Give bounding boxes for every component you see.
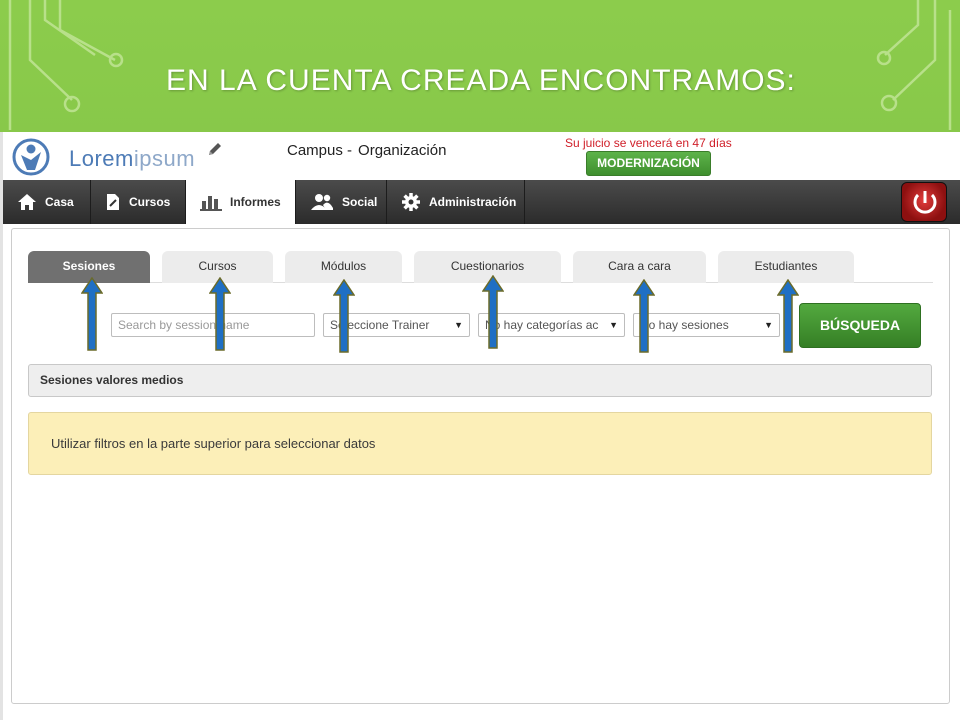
main-nav: Casa Cursos Informes Social Administraci… bbox=[3, 180, 960, 224]
chevron-down-icon: ▼ bbox=[454, 320, 463, 330]
document-icon bbox=[107, 194, 119, 210]
annotation-arrow-icon bbox=[482, 275, 504, 349]
logo[interactable]: Loremipsum bbox=[11, 138, 201, 176]
app-header: Loremipsum Campus - Organización Su juici… bbox=[3, 132, 960, 180]
nav-item-social[interactable]: Social bbox=[296, 180, 387, 224]
trial-expiry-text: Su juicio se vencerá en 47 días bbox=[565, 136, 732, 150]
nav-label: Administración bbox=[429, 195, 517, 209]
power-icon bbox=[913, 191, 937, 214]
organization-name: Organización bbox=[358, 142, 447, 159]
pencil-icon[interactable] bbox=[206, 140, 224, 158]
campus-label: Campus - bbox=[287, 142, 353, 159]
chevron-down-icon: ▼ bbox=[609, 320, 618, 330]
reports-panel: Sesiones Cursos Módulos Cuestionarios Ca… bbox=[11, 228, 950, 704]
annotation-arrow-icon bbox=[777, 279, 799, 353]
logo-accent: ipsum bbox=[133, 146, 196, 171]
app-screenshot: Loremipsum Campus - Organización Su juici… bbox=[0, 132, 960, 720]
nav-label: Casa bbox=[45, 195, 74, 209]
session-averages-header[interactable]: Sesiones valores medios bbox=[28, 364, 932, 397]
modernization-button[interactable]: MODERNIZACIÓN bbox=[586, 151, 711, 176]
gear-icon bbox=[402, 193, 420, 211]
campus-organization: Campus - Organización bbox=[287, 142, 446, 159]
power-button[interactable] bbox=[901, 182, 947, 222]
search-button[interactable]: BÚSQUEDA bbox=[799, 303, 921, 348]
chevron-down-icon: ▼ bbox=[764, 320, 773, 330]
nav-item-casa[interactable]: Casa bbox=[3, 180, 91, 224]
nav-item-cursos[interactable]: Cursos bbox=[91, 180, 186, 224]
annotation-arrow-icon bbox=[81, 277, 103, 351]
annotation-arrow-icon bbox=[333, 279, 355, 353]
nav-item-administracion[interactable]: Administración bbox=[387, 180, 525, 224]
users-icon bbox=[311, 194, 333, 210]
nav-item-informes[interactable]: Informes bbox=[186, 180, 296, 224]
nav-label: Informes bbox=[230, 195, 281, 209]
annotation-arrow-icon bbox=[209, 277, 231, 351]
filter-hint-alert: Utilizar filtros en la parte superior pa… bbox=[28, 412, 932, 475]
slide-title: EN LA CUENTA CREADA ENCONTRAMOS: bbox=[166, 64, 796, 97]
home-icon bbox=[18, 194, 36, 210]
logo-icon bbox=[12, 138, 50, 176]
sessions-select[interactable]: No hay sesiones ▼ bbox=[633, 313, 780, 337]
nav-label: Social bbox=[342, 195, 378, 209]
bar-chart-icon bbox=[200, 196, 222, 211]
logo-text: Loremipsum bbox=[69, 146, 195, 172]
annotation-arrow-icon bbox=[633, 279, 655, 353]
logo-main: Lorem bbox=[69, 146, 134, 171]
nav-label: Cursos bbox=[129, 195, 171, 209]
